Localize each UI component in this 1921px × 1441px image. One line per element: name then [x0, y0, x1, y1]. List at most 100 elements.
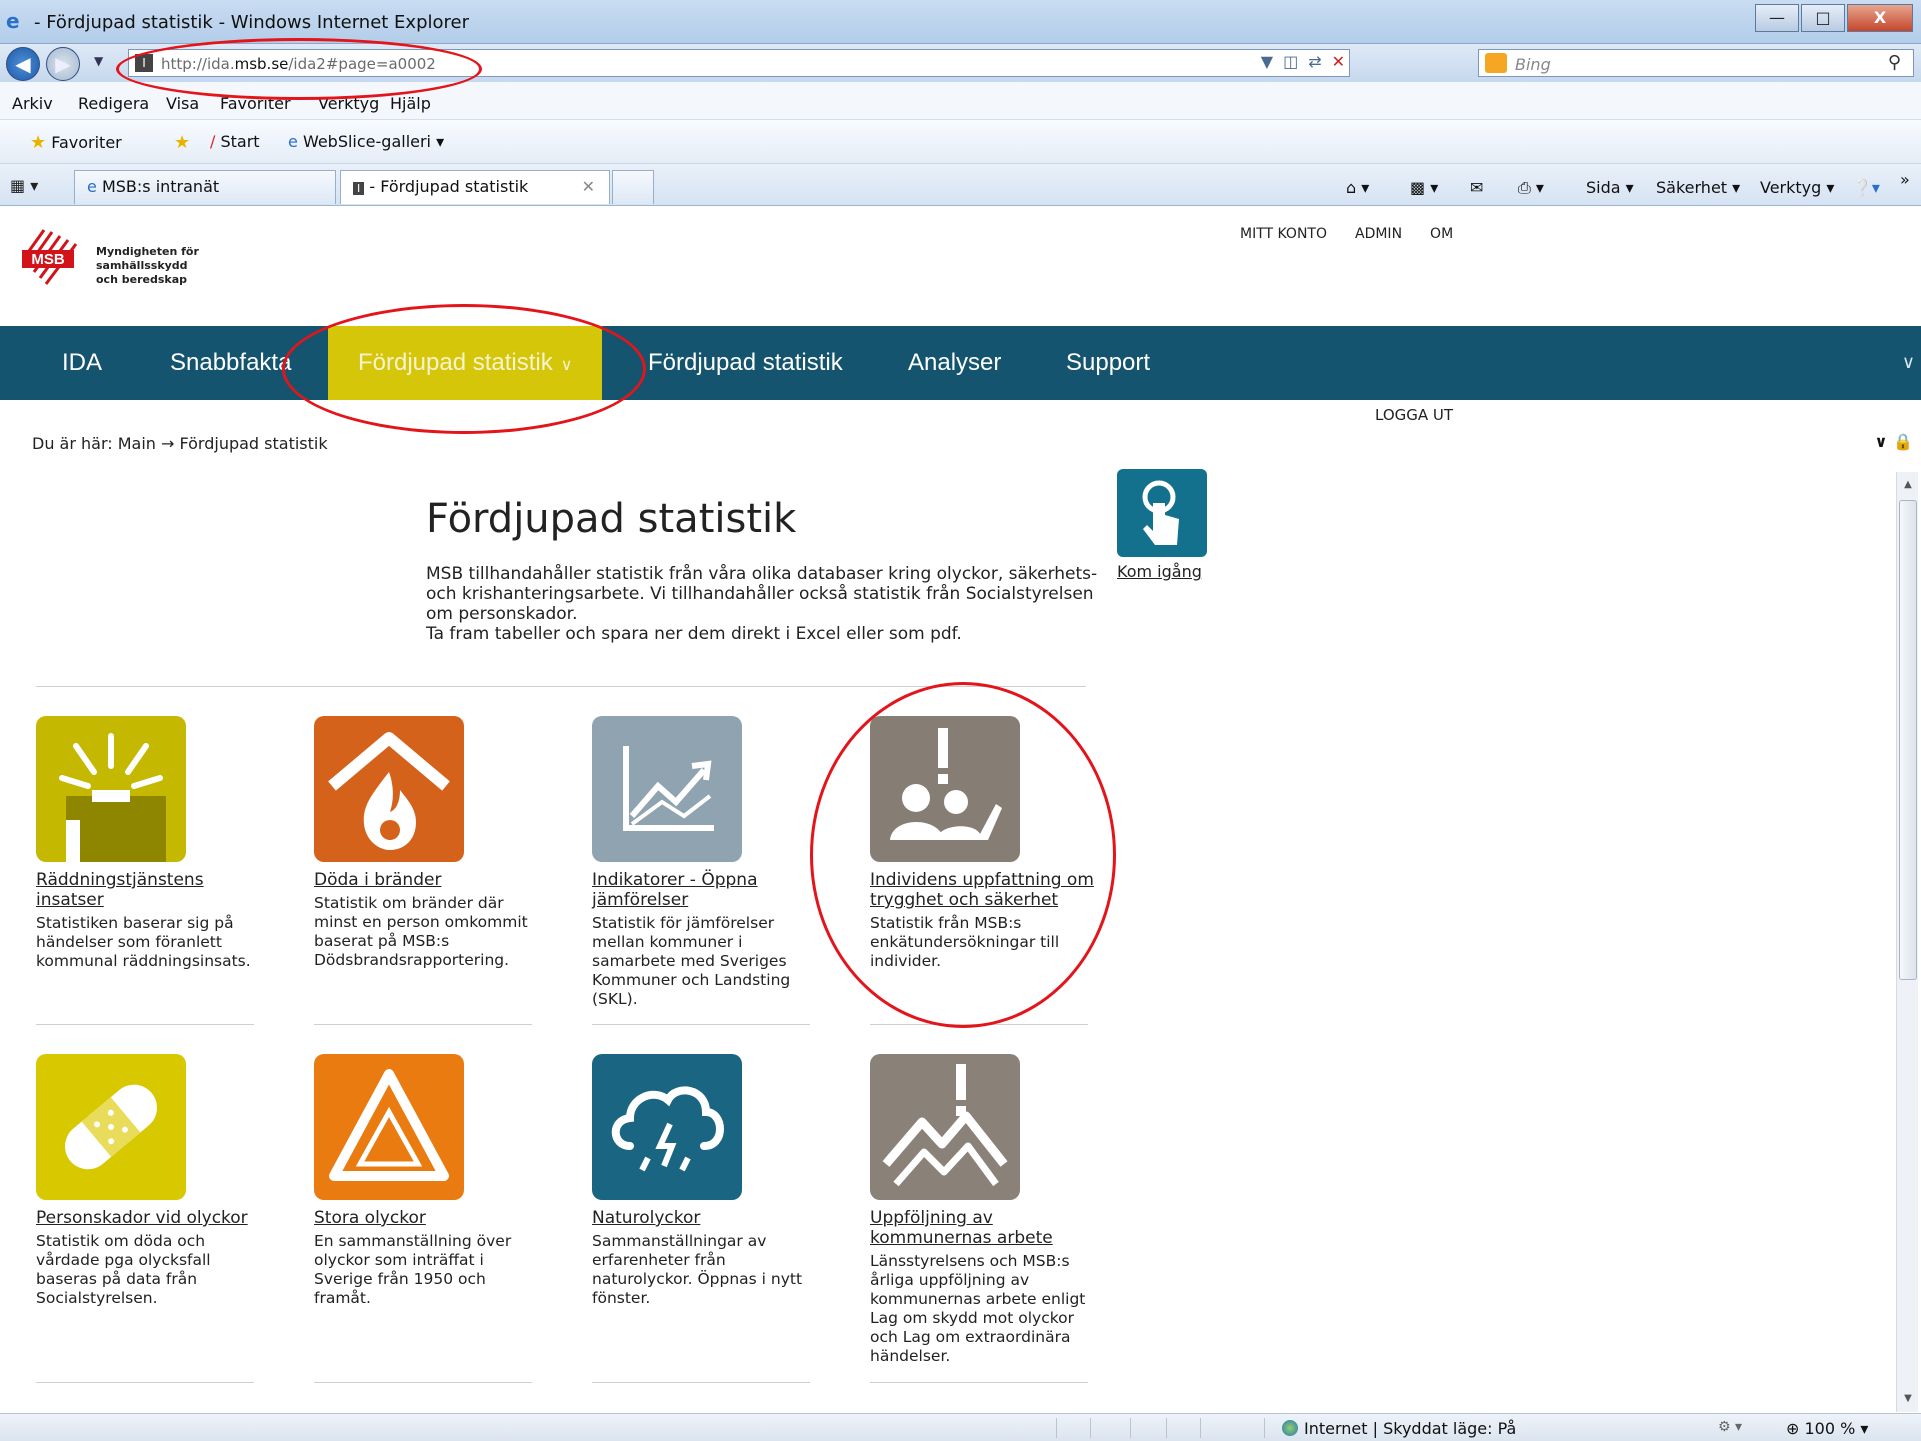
home-icon[interactable]: ⌂ ▾ — [1346, 178, 1369, 197]
status-bar: Internet | Skyddat läge: På ⚙ ▾ ⊕ 100 % … — [0, 1413, 1921, 1441]
new-tab-button[interactable] — [612, 170, 654, 204]
card-doda-i-brander[interactable]: Döda i bränder Statistik om bränder där … — [314, 716, 540, 970]
card-title[interactable]: Naturolyckor — [592, 1208, 818, 1228]
card-personskador[interactable]: Personskador vid olyckor Statistik om dö… — [36, 1054, 262, 1308]
admin-link[interactable]: ADMIN — [1355, 226, 1402, 242]
compatibility-icon[interactable]: ◫ — [1283, 52, 1298, 71]
card-title[interactable]: Indikatorer - Öppna jämförelser — [592, 870, 818, 910]
card-uppfoljning[interactable]: Uppföljning av kommunernas arbete Länsst… — [870, 1054, 1096, 1366]
menu-visa[interactable]: Visa — [166, 94, 199, 113]
search-box[interactable]: Bing ⚲ — [1478, 49, 1914, 77]
dropdown-icon[interactable]: ▼ — [1261, 52, 1273, 71]
search-placeholder[interactable]: Bing — [1515, 55, 1551, 74]
protected-mode-icon[interactable]: ⚙ ▾ — [1718, 1419, 1742, 1435]
rescue-icon — [36, 716, 186, 862]
menu-redigera[interactable]: Redigera — [78, 94, 149, 113]
window-titlebar: e - Fördjupad statistik - Windows Intern… — [0, 0, 1921, 44]
minimize-button[interactable]: — — [1755, 4, 1799, 32]
history-dropdown-icon[interactable]: ▼ — [94, 54, 103, 68]
menu-verktyg[interactable]: Verktyg — [318, 94, 379, 113]
security-zone[interactable]: Internet | Skyddat läge: På — [1282, 1419, 1516, 1438]
card-individens-uppfattning[interactable]: Individens uppfattning om trygghet och s… — [870, 716, 1096, 971]
favorites-button[interactable]: ★ Favoriter — [30, 132, 122, 153]
nav-support[interactable]: Support — [1066, 326, 1150, 400]
sakerhet-menu[interactable]: Säkerhet ▾ — [1656, 178, 1740, 197]
mail-icon[interactable]: ✉ — [1470, 178, 1483, 197]
page-tab-icon: I — [353, 182, 365, 195]
menu-arkiv[interactable]: Arkiv — [12, 94, 53, 113]
favorites-bar: ★ Favoriter ★ ∕ Start e WebSlice-galleri… — [0, 120, 1921, 164]
ie-small-icon: e — [288, 132, 298, 151]
card-desc: Statistik om bränder där minst en person… — [314, 894, 528, 969]
mitt-konto-link[interactable]: MITT KONTO — [1240, 226, 1327, 242]
card-indikatorer[interactable]: Indikatorer - Öppna jämförelser Statisti… — [592, 716, 818, 1009]
card-desc: Sammanställningar av erfarenheter från n… — [592, 1232, 803, 1307]
card-title[interactable]: Uppföljning av kommunernas arbete — [870, 1208, 1096, 1248]
status-separator — [1056, 1418, 1057, 1438]
bandage-icon — [36, 1054, 186, 1200]
nav-fordjupad-statistik[interactable]: Fördjupad statistik — [648, 326, 843, 400]
sida-menu[interactable]: Sida ▾ — [1586, 178, 1634, 197]
tab-close-icon[interactable]: ✕ — [582, 171, 595, 203]
nav-fordjupad-statistik-active[interactable]: Fördjupad statistik ∨ — [328, 326, 603, 400]
scroll-thumb[interactable] — [1899, 500, 1917, 980]
card-title[interactable]: Individens uppfattning om trygghet och s… — [870, 870, 1096, 910]
scroll-up-icon[interactable]: ▲ — [1897, 472, 1919, 498]
webslice-link[interactable]: e WebSlice-galleri ▾ — [288, 132, 444, 151]
nav-snabbfakta[interactable]: Snabbfakta — [170, 326, 291, 400]
logout-link[interactable]: LOGGA UT — [1375, 406, 1453, 424]
hand-pointer-icon[interactable] — [1117, 469, 1207, 557]
card-desc: En sammanställning över olyckor som intr… — [314, 1232, 512, 1307]
start-link[interactable]: ∕ Start — [210, 132, 260, 151]
address-url[interactable]: http://ida.msb.se/ida2#page=a0002 — [161, 55, 436, 73]
card-title[interactable]: Döda i bränder — [314, 870, 540, 890]
address-bar[interactable]: I http://ida.msb.se/ida2#page=a0002 ▼ ◫ … — [128, 49, 1350, 77]
card-title[interactable]: Stora olyckor — [314, 1208, 540, 1228]
more-chevron[interactable]: » — [1900, 170, 1910, 189]
people-alert-icon — [870, 716, 1020, 862]
verktyg-menu[interactable]: Verktyg ▾ — [1760, 178, 1834, 197]
zoom-level[interactable]: ⊕ 100 % ▾ — [1786, 1419, 1868, 1438]
warning-triangle-icon — [314, 1054, 464, 1200]
card-title[interactable]: Personskador vid olyckor — [36, 1208, 262, 1228]
om-link[interactable]: OM — [1430, 226, 1453, 242]
intro-text: MSB tillhandahåller statistik från våra … — [426, 564, 1098, 644]
help-icon[interactable]: ❔▾ — [1852, 178, 1880, 197]
nav-ida[interactable]: IDA — [62, 326, 102, 400]
close-button[interactable]: X — [1847, 4, 1913, 32]
tab-fordjupad-statistik[interactable]: I - Fördjupad statistik ✕ — [340, 170, 610, 204]
msb-logo-icon[interactable]: MSB — [22, 228, 84, 290]
card-naturolyckor[interactable]: Naturolyckor Sammanställningar av erfare… — [592, 1054, 818, 1308]
card-raddningstjanst[interactable]: Räddningstjänstens insatser Statistiken … — [36, 716, 262, 971]
lock-chevron-icon[interactable]: ∨ 🔒 — [1875, 432, 1913, 451]
quick-tabs-icon[interactable]: ▦ ▾ — [10, 176, 38, 195]
nav-expand-icon[interactable]: ∨ — [1902, 352, 1915, 373]
window-title: - Fördjupad statistik - Windows Internet… — [34, 12, 469, 33]
menu-hjalp[interactable]: Hjälp — [390, 94, 431, 113]
search-icon[interactable]: ⚲ — [1888, 52, 1901, 73]
forward-button[interactable]: ▶ — [46, 47, 80, 81]
menu-favoriter[interactable]: Favoriter — [220, 94, 291, 113]
card-desc: Länsstyrelsens och MSB:s årliga uppföljn… — [870, 1252, 1086, 1365]
maximize-button[interactable]: □ — [1801, 4, 1845, 32]
add-favorite-icon[interactable]: ★ — [174, 132, 190, 153]
divider — [314, 1024, 532, 1025]
card-stora-olyckor[interactable]: Stora olyckor En sammanställning över ol… — [314, 1054, 540, 1308]
card-title[interactable]: Räddningstjänstens insatser — [36, 870, 262, 910]
stop-icon[interactable]: ✕ — [1332, 52, 1345, 71]
back-button[interactable]: ◀ — [6, 47, 40, 81]
tab-msb-intranat[interactable]: e MSB:s intranät — [74, 170, 336, 204]
divider — [870, 1024, 1088, 1025]
page-scrollbar[interactable]: ▲ ▼ — [1896, 472, 1918, 1412]
kom-igang-link[interactable]: Kom igång — [1117, 562, 1202, 581]
print-icon[interactable]: ⎙ ▾ — [1518, 178, 1544, 198]
status-separator — [1200, 1418, 1201, 1438]
nav-analyser[interactable]: Analyser — [908, 326, 1001, 400]
scroll-down-icon[interactable]: ▼ — [1897, 1386, 1919, 1412]
menu-bar: Arkiv Redigera Visa Favoriter Verktyg Hj… — [0, 82, 1921, 120]
feeds-icon[interactable]: ▩ ▾ — [1410, 178, 1438, 197]
refresh-icon[interactable]: ⇄ — [1308, 52, 1321, 71]
divider — [36, 1024, 254, 1025]
bing-icon — [1485, 53, 1507, 73]
divider — [36, 686, 1086, 687]
